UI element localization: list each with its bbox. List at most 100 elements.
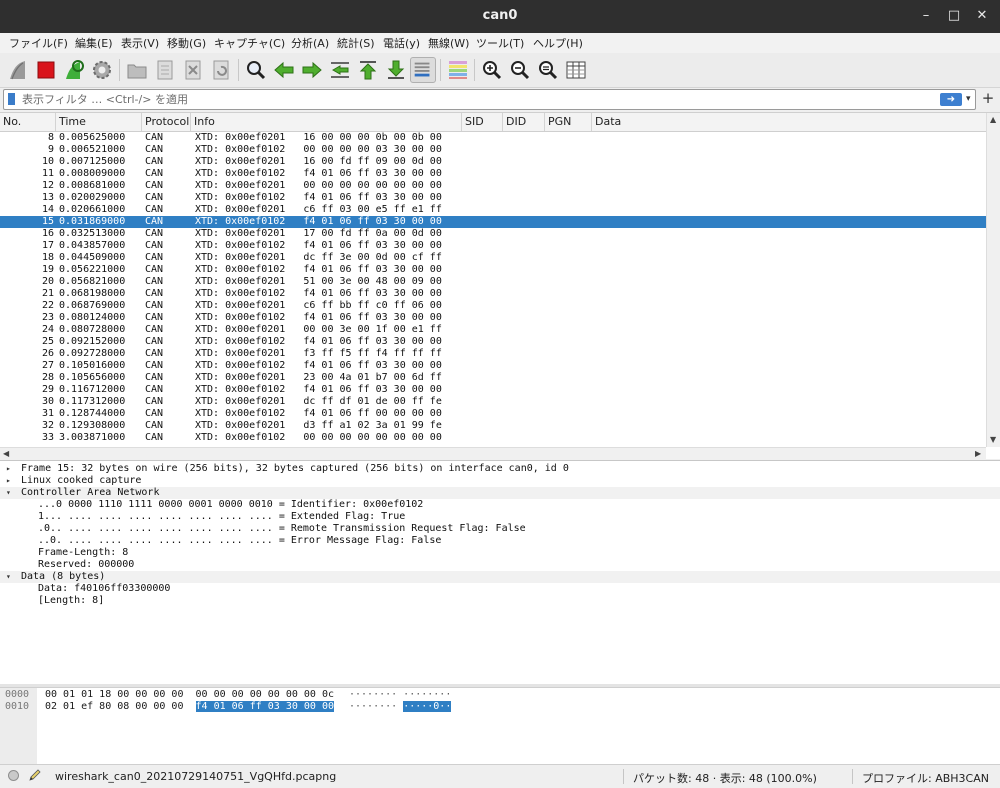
- packet-protocol: CAN: [145, 240, 164, 251]
- detail-tree-item[interactable]: .0.. .... .... .... .... .... .... .... …: [0, 523, 1000, 535]
- menu-capture[interactable]: キャプチャ(C): [214, 35, 285, 51]
- expand-down-icon[interactable]: ▾: [6, 487, 11, 499]
- column-sid[interactable]: SID: [462, 113, 503, 131]
- menu-analyze[interactable]: 分析(A): [291, 35, 329, 51]
- expand-right-icon[interactable]: ▸: [6, 463, 11, 475]
- go-last-icon[interactable]: [383, 57, 409, 83]
- minimize-icon[interactable]: –: [916, 7, 936, 25]
- capture-options-gear-icon[interactable]: [89, 57, 115, 83]
- byte-hex-row[interactable]: 00 01 01 18 00 00 00 00 00 00 00 00 00 0…: [45, 689, 334, 701]
- detail-tree-item[interactable]: 1... .... .... .... .... .... .... .... …: [0, 511, 1000, 523]
- reload-file-icon[interactable]: [208, 57, 234, 83]
- packet-row[interactable]: 10 0.007125000 CAN XTD: 0x00ef0201 16 00 fd…: [0, 156, 986, 168]
- packet-row[interactable]: 23 0.080124000 CAN XTD: 0x00ef0102 f4 01 06…: [0, 312, 986, 324]
- expand-down-icon[interactable]: ▾: [6, 571, 11, 583]
- packet-row[interactable]: 18 0.044509000 CAN XTD: 0x00ef0201 dc ff 3e…: [0, 252, 986, 264]
- colorize-icon[interactable]: [445, 57, 471, 83]
- packet-row[interactable]: 29 0.116712000 CAN XTD: 0x00ef0102 f4 01 06…: [0, 384, 986, 396]
- packet-row[interactable]: 24 0.080728000 CAN XTD: 0x00ef0201 00 00 3e…: [0, 324, 986, 336]
- column-protocol[interactable]: Protocol: [142, 113, 191, 131]
- detail-tree-item[interactable]: [Length: 8]: [0, 595, 1000, 607]
- column-data[interactable]: Data: [592, 113, 986, 131]
- go-back-icon[interactable]: [271, 57, 297, 83]
- packet-row[interactable]: 20 0.056821000 CAN XTD: 0x00ef0201 51 00 3e…: [0, 276, 986, 288]
- shark-fin-start-icon[interactable]: [5, 57, 31, 83]
- packet-row[interactable]: 28 0.105656000 CAN XTD: 0x00ef0201 23 00 4a…: [0, 372, 986, 384]
- packet-row[interactable]: 14 0.020661000 CAN XTD: 0x00ef0201 c6 ff 03…: [0, 204, 986, 216]
- packet-row[interactable]: 12 0.008681000 CAN XTD: 0x00ef0201 00 00 00…: [0, 180, 986, 192]
- packet-row[interactable]: 32 0.129308000 CAN XTD: 0x00ef0201 d3 ff a1…: [0, 420, 986, 432]
- go-forward-icon[interactable]: [299, 57, 325, 83]
- expert-info-icon[interactable]: [8, 770, 19, 781]
- menu-statistics[interactable]: 統計(S): [337, 35, 375, 51]
- column-did[interactable]: DID: [503, 113, 545, 131]
- column-pgn[interactable]: PGN: [545, 113, 592, 131]
- chevron-down-icon[interactable]: ▾: [966, 93, 976, 106]
- packet-list-hscrollbar[interactable]: ◀ ▶: [0, 447, 986, 460]
- go-to-packet-icon[interactable]: [327, 57, 353, 83]
- packet-row[interactable]: 9 0.006521000 CAN XTD: 0x00ef0102 00 00 00 …: [0, 144, 986, 156]
- open-file-icon[interactable]: [124, 57, 150, 83]
- packet-row[interactable]: 19 0.056221000 CAN XTD: 0x00ef0102 f4 01 06…: [0, 264, 986, 276]
- byte-ascii-row[interactable]: ········ ········: [349, 689, 451, 701]
- packet-row[interactable]: 26 0.092728000 CAN XTD: 0x00ef0201 f3 ff f5…: [0, 348, 986, 360]
- packet-row[interactable]: 11 0.008009000 CAN XTD: 0x00ef0102 f4 01 06…: [0, 168, 986, 180]
- menu-view[interactable]: 表示(V): [121, 35, 159, 51]
- autoscroll-icon[interactable]: [410, 57, 436, 83]
- detail-tree-item[interactable]: ...0 0000 1110 1111 0000 0001 0000 0010 …: [0, 499, 1000, 511]
- column-info[interactable]: Info: [191, 113, 462, 131]
- close-file-icon[interactable]: [180, 57, 206, 83]
- expand-right-icon[interactable]: ▸: [6, 475, 11, 487]
- menu-help[interactable]: ヘルプ(H): [533, 35, 583, 51]
- display-filter-input[interactable]: [22, 92, 922, 107]
- detail-tree-item[interactable]: ▸ Frame 15: 32 bytes on wire (256 bits), …: [0, 463, 1000, 475]
- profile-label[interactable]: プロファイル: ABH3CAN: [862, 770, 989, 786]
- packet-row[interactable]: 15 0.031869000 CAN XTD: 0x00ef0102 f4 01 06…: [0, 216, 986, 228]
- packet-row[interactable]: 8 0.005625000 CAN XTD: 0x00ef0201 16 00 00 …: [0, 132, 986, 144]
- close-icon[interactable]: ✕: [972, 7, 992, 25]
- menu-telephony[interactable]: 電話(y): [383, 35, 420, 51]
- resize-columns-icon[interactable]: [563, 57, 589, 83]
- menu-tools[interactable]: ツール(T): [476, 35, 524, 51]
- detail-tree-item[interactable]: Reserved: 000000: [0, 559, 1000, 571]
- arrow-right-icon[interactable]: ➜: [940, 93, 962, 106]
- packet-row[interactable]: 25 0.092152000 CAN XTD: 0x00ef0102 f4 01 06…: [0, 336, 986, 348]
- find-packet-icon[interactable]: [243, 57, 269, 83]
- column-no[interactable]: No.: [0, 113, 56, 131]
- add-filter-button-icon[interactable]: +: [980, 89, 996, 108]
- zoom-normal-icon[interactable]: [535, 57, 561, 83]
- detail-tree-item[interactable]: ▸ Linux cooked capture: [0, 475, 1000, 487]
- menu-wireless[interactable]: 無線(W): [428, 35, 469, 51]
- packet-row[interactable]: 31 0.128744000 CAN XTD: 0x00ef0102 f4 01 06…: [0, 408, 986, 420]
- byte-hex-row[interactable]: 02 01 ef 80 08 00 00 00 f4 01 06 ff 03 3…: [45, 701, 334, 713]
- stop-capture-icon[interactable]: [33, 57, 59, 83]
- packet-row[interactable]: 13 0.020029000 CAN XTD: 0x00ef0102 f4 01 06…: [0, 192, 986, 204]
- detail-tree-item[interactable]: ▾ Data (8 bytes): [0, 571, 1000, 583]
- detail-tree-item[interactable]: ..0. .... .... .... .... .... .... .... …: [0, 535, 1000, 547]
- maximize-icon[interactable]: □: [944, 7, 964, 25]
- bookmark-icon[interactable]: [8, 93, 15, 105]
- go-first-icon[interactable]: [355, 57, 381, 83]
- packet-row[interactable]: 27 0.105016000 CAN XTD: 0x00ef0102 f4 01 06…: [0, 360, 986, 372]
- save-file-icon[interactable]: [152, 57, 178, 83]
- zoom-in-icon[interactable]: [479, 57, 505, 83]
- packet-row[interactable]: 17 0.043857000 CAN XTD: 0x00ef0102 f4 01 06…: [0, 240, 986, 252]
- detail-tree-item[interactable]: Data: f40106ff03300000: [0, 583, 1000, 595]
- detail-tree-item[interactable]: Frame-Length: 8: [0, 547, 1000, 559]
- detail-tree-item[interactable]: ▾ Controller Area Network: [0, 487, 1000, 499]
- packet-time: 0.128744000: [59, 408, 126, 419]
- packet-row[interactable]: 16 0.032513000 CAN XTD: 0x00ef0201 17 00 fd…: [0, 228, 986, 240]
- restart-capture-icon[interactable]: [61, 57, 87, 83]
- column-time[interactable]: Time: [56, 113, 142, 131]
- packet-list-vscrollbar[interactable]: ▲ ▼: [986, 113, 1000, 447]
- menu-file[interactable]: ファイル(F): [9, 35, 68, 51]
- edit-comment-icon[interactable]: [28, 768, 42, 782]
- packet-row[interactable]: 22 0.068769000 CAN XTD: 0x00ef0201 c6 ff bb…: [0, 300, 986, 312]
- packet-row[interactable]: 21 0.068198000 CAN XTD: 0x00ef0102 f4 01 06…: [0, 288, 986, 300]
- packet-row[interactable]: 30 0.117312000 CAN XTD: 0x00ef0201 dc ff df…: [0, 396, 986, 408]
- zoom-out-icon[interactable]: [507, 57, 533, 83]
- packet-row[interactable]: 33 3.003871000 CAN XTD: 0x00ef0102 00 00 00…: [0, 432, 986, 444]
- byte-ascii-row[interactable]: ········ ·····0··: [349, 701, 452, 713]
- menu-go[interactable]: 移動(G): [167, 35, 206, 51]
- menu-edit[interactable]: 編集(E): [75, 35, 113, 51]
